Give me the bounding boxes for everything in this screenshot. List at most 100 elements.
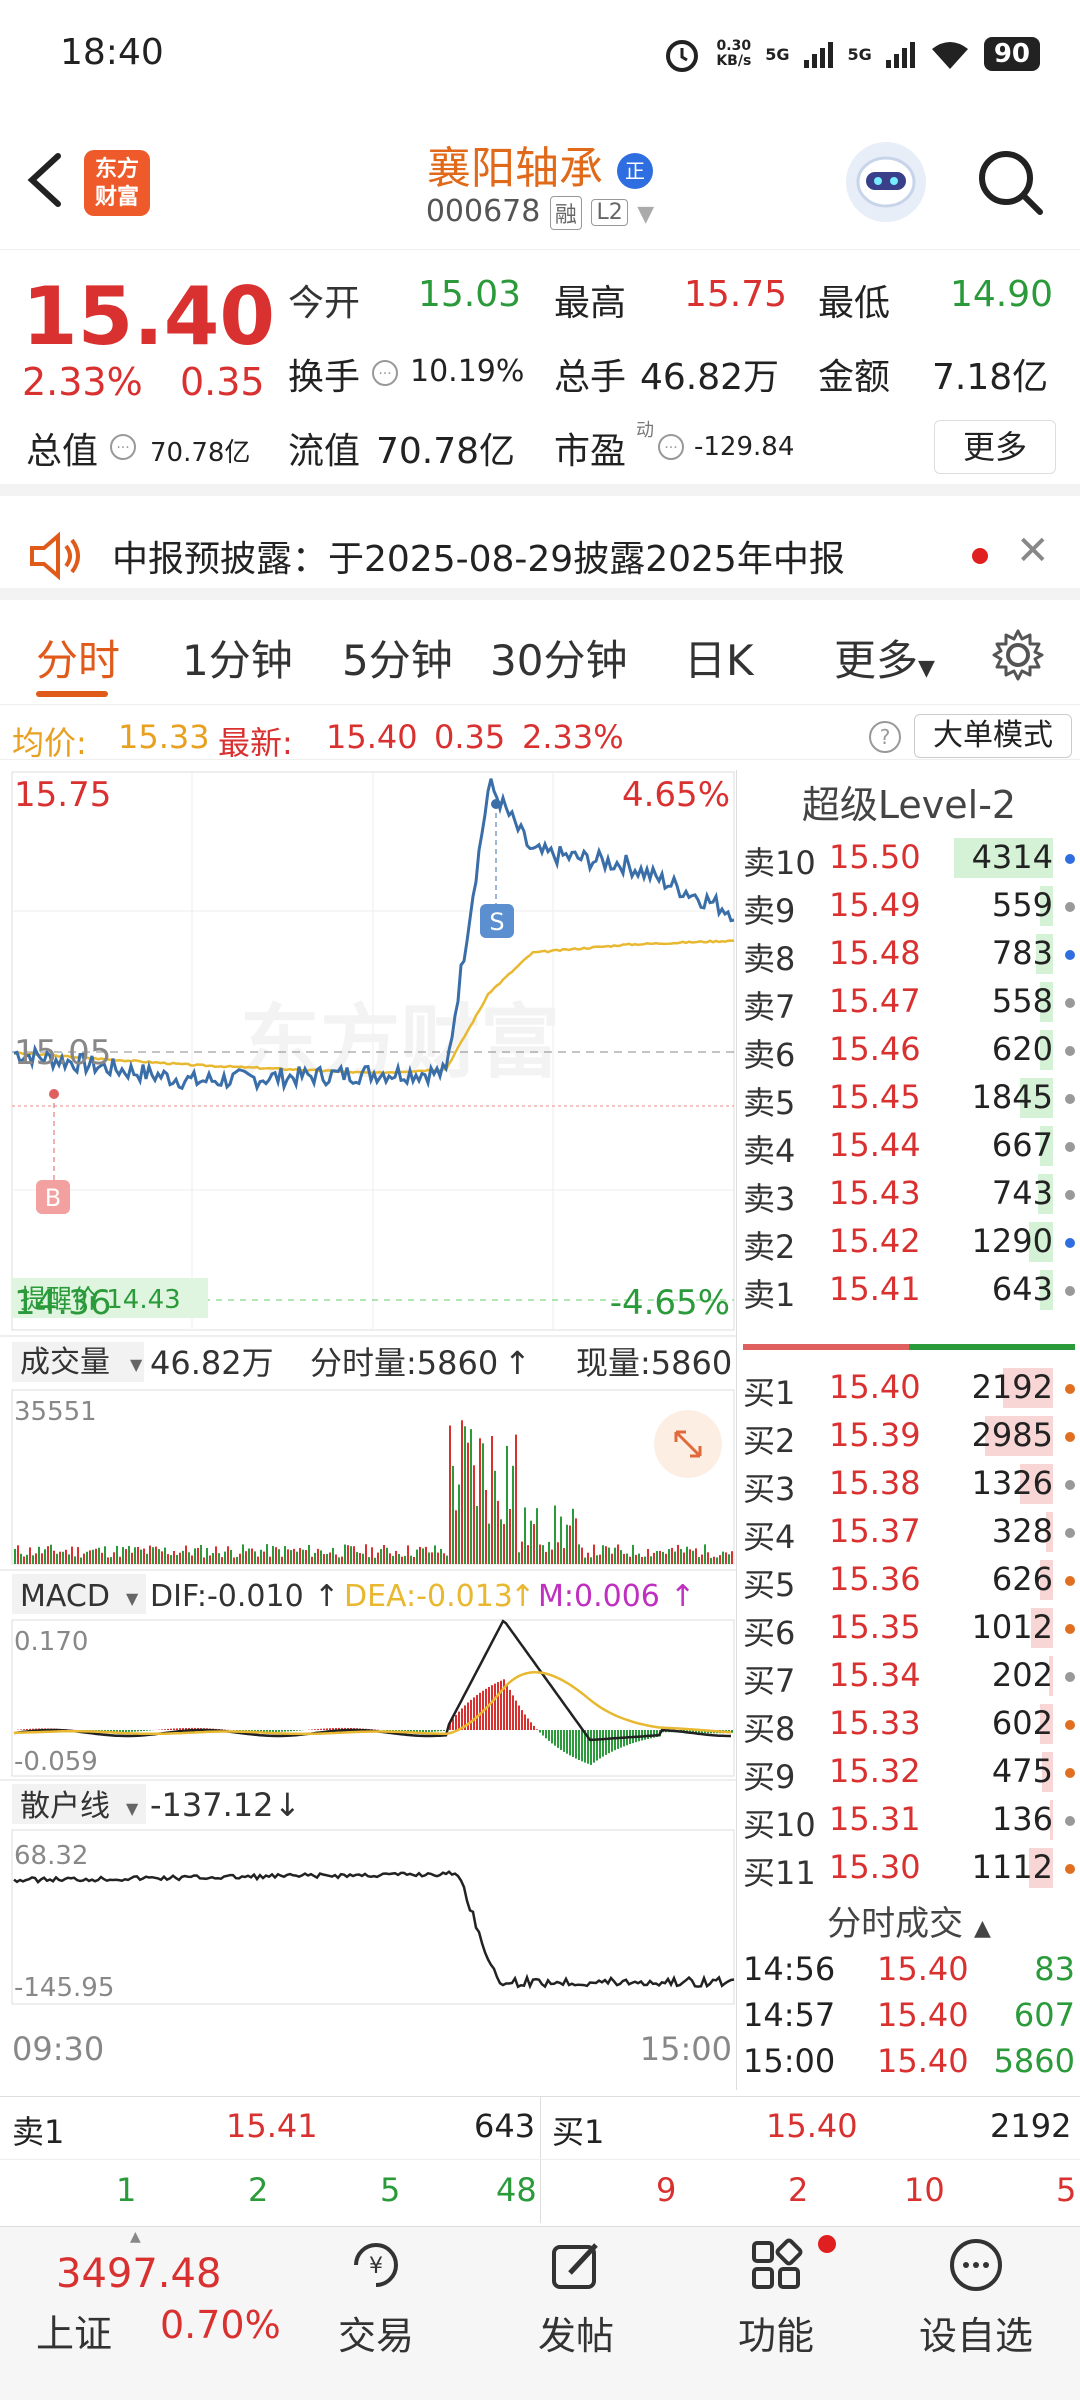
volume-bar [179, 1553, 181, 1564]
macd-bar [275, 1730, 277, 1732]
volume-bar [542, 1545, 544, 1564]
volume-bar [401, 1557, 403, 1564]
retail-value: -137.12 [150, 1786, 274, 1824]
latest-change: 0.35 [434, 718, 505, 756]
nav-trade[interactable]: ¥ 交易 [286, 2235, 466, 2360]
ask-level-2[interactable]: 卖915.49559 [737, 882, 1080, 930]
ask-level-6[interactable]: 卖515.451845 [737, 1074, 1080, 1122]
macd-bar [494, 1684, 496, 1730]
level-price: 15.45 [829, 1078, 921, 1116]
bid-level-11[interactable]: 买1115.301112 [737, 1844, 1080, 1892]
bid-level-3[interactable]: 买315.381326 [737, 1460, 1080, 1508]
level-name: 买3 [743, 1464, 795, 1510]
ask-level-9[interactable]: 卖215.421290 [737, 1218, 1080, 1266]
chart-svg: 东方财富 B S 15.75 4.65% 15.05 14.36 提醒价 14.… [0, 770, 736, 2090]
settings-gear-icon[interactable] [990, 627, 1046, 683]
up-arrow-icon: ↑ [670, 1579, 695, 1614]
bid-level-7[interactable]: 买715.34202 [737, 1652, 1080, 1700]
sell-point [491, 799, 501, 809]
level-price: 15.48 [829, 934, 921, 972]
high-value: 15.75 [684, 274, 787, 315]
bid-level-8[interactable]: 买815.33602 [737, 1700, 1080, 1748]
level-name: 卖4 [743, 1126, 795, 1172]
volume-bar [107, 1558, 109, 1565]
tab-5min[interactable]: 5分钟 [342, 627, 453, 688]
nav-post[interactable]: 发帖 [486, 2235, 666, 2360]
macd-bar [293, 1730, 295, 1731]
level-volume: 667 [992, 1126, 1053, 1164]
info-icon[interactable]: ··· [370, 358, 400, 388]
more-button[interactable]: 更多 [934, 420, 1056, 474]
level-volume: 1112 [972, 1848, 1053, 1886]
order-book-title[interactable]: 超级Level-2 [737, 774, 1080, 829]
ask-level-10[interactable]: 卖115.41643 [737, 1266, 1080, 1314]
close-icon[interactable]: ✕ [1016, 528, 1050, 574]
index-ticker[interactable]: ▲ 3497.48 上证 0.70% [0, 2227, 290, 2401]
big-order-mode-button[interactable]: 大单模式 [914, 714, 1072, 758]
volume-bar [359, 1553, 361, 1564]
ask-level-7[interactable]: 卖415.44667 [737, 1122, 1080, 1170]
level-price: 15.32 [829, 1752, 921, 1790]
volume-bar [422, 1548, 424, 1564]
volume-bar [674, 1552, 676, 1564]
trade-dot [1065, 1190, 1075, 1200]
dropdown-icon[interactable]: ▼ [637, 202, 654, 227]
ask-level-4[interactable]: 卖715.47558 [737, 978, 1080, 1026]
level-volume: 558 [992, 982, 1053, 1020]
macd-bar [326, 1728, 328, 1730]
volume-bar [17, 1545, 19, 1564]
bid-level-2[interactable]: 买215.392985 [737, 1412, 1080, 1460]
tab-30min[interactable]: 30分钟 [490, 627, 627, 688]
bid-level-4[interactable]: 买415.37328 [737, 1508, 1080, 1556]
ask-level-8[interactable]: 卖315.43743 [737, 1170, 1080, 1218]
info-icon[interactable]: ··· [108, 432, 138, 462]
macd-bar [140, 1730, 142, 1731]
nav-functions[interactable]: 功能 [686, 2235, 866, 2360]
bid-level-5[interactable]: 买515.36626 [737, 1556, 1080, 1604]
volume-bar [605, 1546, 607, 1564]
info-icon[interactable]: ··· [656, 432, 686, 462]
ask-level-5[interactable]: 卖615.46620 [737, 1026, 1080, 1074]
volume-bar [26, 1555, 28, 1564]
bid-level-1[interactable]: 买115.402192 [737, 1364, 1080, 1412]
volume-bar [125, 1549, 127, 1564]
trades-title[interactable]: 分时成交 ▲ [737, 1896, 1080, 1945]
level-volume: 202 [992, 1656, 1053, 1694]
buy1-label: 买1 [552, 2107, 604, 2153]
vol-now: 现量:5860 [576, 1344, 732, 1382]
trade-dot [1065, 1816, 1075, 1826]
robot-assistant-icon[interactable] [846, 142, 926, 222]
bid-level-9[interactable]: 买915.32475 [737, 1748, 1080, 1796]
trade-volume: 83 [1034, 1950, 1075, 1988]
tab-more[interactable]: 更多▼ [834, 627, 935, 688]
trade-price: 15.40 [877, 1996, 969, 2034]
macd-bar [134, 1730, 136, 1732]
chevron-down-icon: ▼ [126, 1589, 139, 1608]
macd-bar [599, 1730, 601, 1759]
search-icon[interactable] [976, 148, 1046, 218]
bid-level-10[interactable]: 买1015.31136 [737, 1796, 1080, 1844]
order-book[interactable]: 超级Level-2 卖1015.504314卖915.49559卖815.487… [736, 770, 1080, 2090]
nav-add-watchlist[interactable]: 设自选 [886, 2235, 1066, 2360]
ask-level-1[interactable]: 卖1015.504314 [737, 834, 1080, 882]
intraday-chart[interactable]: 东方财富 B S 15.75 4.65% 15.05 14.36 提醒价 14.… [0, 770, 736, 2090]
macd-bar [530, 1722, 532, 1730]
open-field: 今开 [288, 274, 360, 326]
tab-intraday[interactable]: 分时 [36, 627, 120, 688]
tab-1min[interactable]: 1分钟 [182, 627, 293, 688]
help-icon[interactable]: ? [868, 720, 902, 754]
time-start-label: 09:30 [12, 2030, 104, 2068]
open-label: 今开 [288, 283, 360, 324]
volume-bar [44, 1549, 46, 1564]
volume-bar [293, 1549, 295, 1564]
volume-bar [203, 1558, 205, 1565]
trade-dot [1065, 1432, 1075, 1442]
ask-level-3[interactable]: 卖815.48783 [737, 930, 1080, 978]
volume-bar [38, 1547, 40, 1564]
left-count: 5 [380, 2171, 400, 2209]
volume-bar [461, 1420, 463, 1564]
macd-bar [317, 1729, 319, 1730]
tab-daily[interactable]: 日K [684, 627, 754, 688]
notice-bar[interactable]: 中报预披露：于2025-08-29披露2025年中报 ✕ [0, 508, 1080, 600]
bid-level-6[interactable]: 买615.351012 [737, 1604, 1080, 1652]
